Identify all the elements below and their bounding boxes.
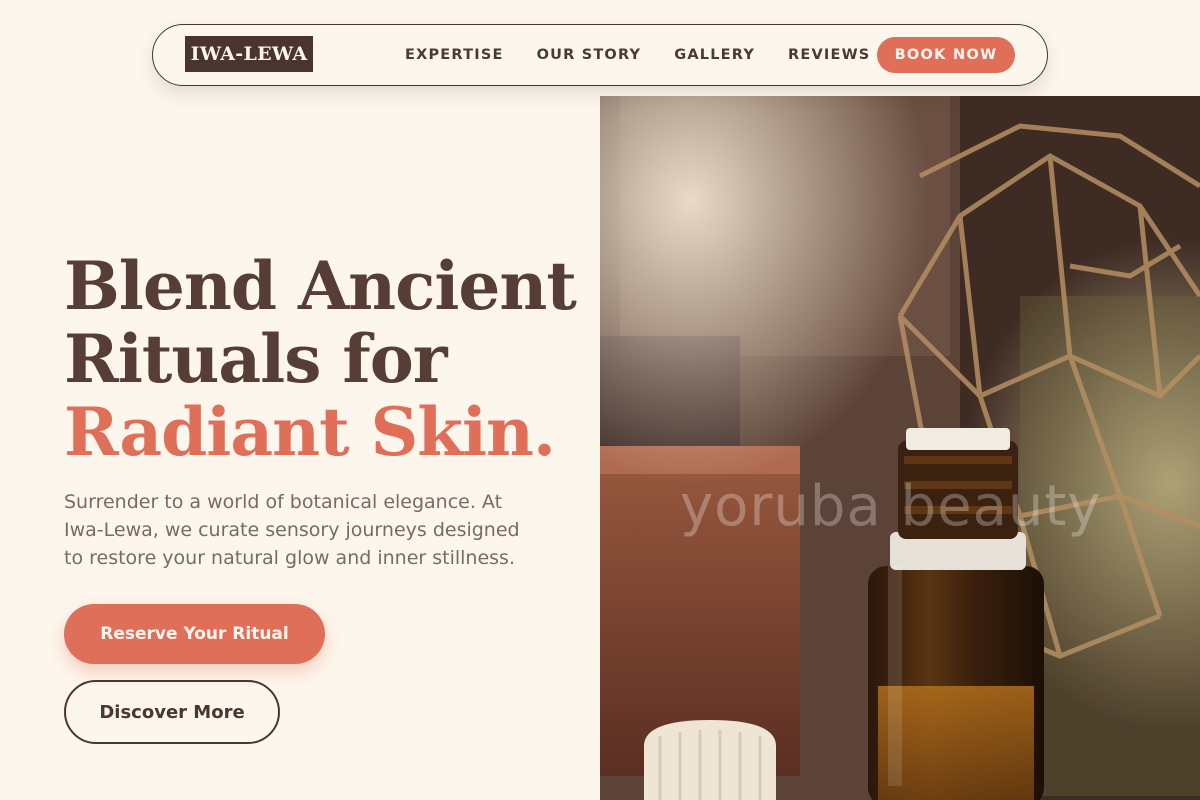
reserve-ritual-button[interactable]: Reserve Your Ritual <box>64 604 325 664</box>
hero-title-accent: Radiant Skin. <box>64 393 556 471</box>
nav-link-gallery[interactable]: GALLERY <box>674 47 755 63</box>
nav-link-reviews[interactable]: REVIEWS <box>788 47 870 63</box>
image-watermark: yoruba beauty <box>680 474 1102 539</box>
hero-title-line-1: Blend Ancient <box>64 247 577 325</box>
top-nav: IWA-LEWA EXPERTISE OUR STORY GALLERY REV… <box>152 24 1048 86</box>
nav-link-expertise[interactable]: EXPERTISE <box>405 47 504 63</box>
nav-link-our-story[interactable]: OUR STORY <box>537 47 642 63</box>
brand-logo[interactable]: IWA-LEWA <box>185 36 313 72</box>
hero-photo-illustration <box>600 96 1200 800</box>
nav-links: EXPERTISE OUR STORY GALLERY REVIEWS <box>405 25 903 85</box>
book-now-button[interactable]: BOOK NOW <box>877 37 1015 73</box>
hero-title: Blend Ancient Rituals for Radiant Skin. <box>64 250 584 469</box>
hero-description: Surrender to a world of botanical elegan… <box>64 491 520 569</box>
discover-more-button[interactable]: Discover More <box>64 680 280 744</box>
landing-page: IWA-LEWA EXPERTISE OUR STORY GALLERY REV… <box>0 0 1200 800</box>
hero-title-line-2: Rituals for <box>64 320 448 398</box>
hero-image: yoruba beauty <box>600 96 1200 800</box>
